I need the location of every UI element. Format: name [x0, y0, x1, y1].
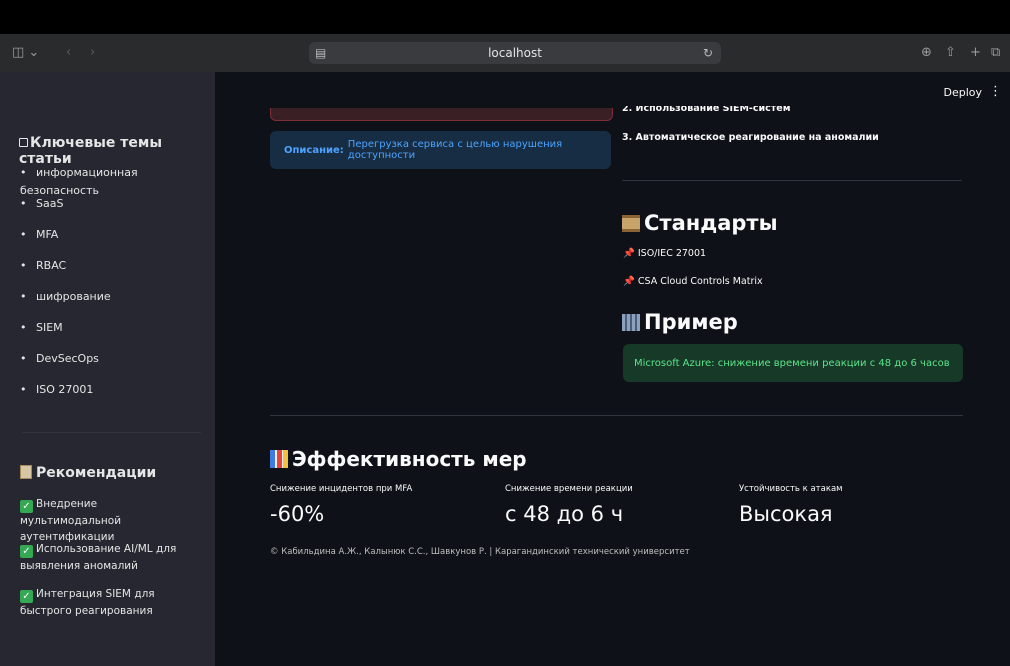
sidebar-toggle-icon[interactable]: ◫ ⌄	[12, 45, 39, 60]
list-item: MFA	[20, 226, 215, 257]
system-top-bar	[0, 0, 1010, 34]
downloads-icon[interactable]: ⊕	[921, 45, 932, 60]
example-text: Microsoft Azure: снижение времени реакци…	[634, 357, 950, 369]
standard-item: 📌 CSA Cloud Controls Matrix	[623, 276, 763, 287]
metric-label: Снижение инцидентов при MFA	[270, 484, 413, 494]
reload-icon[interactable]: ↻	[703, 42, 713, 64]
standards-heading: Стандарты	[622, 211, 778, 235]
description-label: Описание:	[284, 144, 344, 156]
recommendation-item: ✓ Внедрение мультимодальной аутентификаци…	[20, 498, 122, 543]
share-icon[interactable]: ⇧	[945, 45, 956, 60]
pushpin-icon: 📌	[623, 248, 635, 259]
metric-label: Снижение времени реакции	[505, 484, 633, 494]
browser-toolbar: ◫ ⌄ ‹ › ▤ localhost ↻ ⊕ ⇧ + ⧉	[0, 34, 1010, 73]
example-success-box: Microsoft Azure: снижение времени реакци…	[623, 344, 963, 382]
effectiveness-heading: Эффективность мер	[270, 447, 527, 471]
list-item: DevSecOps	[20, 350, 215, 381]
forward-icon[interactable]: ›	[90, 45, 95, 60]
topics-list: информационная безопасность SaaS MFA RBA…	[20, 164, 215, 412]
description-info-box: Описание: Перегрузка сервиса с целью нар…	[270, 131, 611, 169]
check-icon: ✓	[20, 500, 33, 513]
step-2-text: 2. Использование SIEM-систем	[622, 106, 791, 114]
description-text: Перегрузка сервиса с целью нарушения дос…	[347, 139, 563, 161]
list-item: информационная безопасность	[20, 164, 215, 197]
deploy-button[interactable]: Deploy	[943, 86, 982, 99]
clipboard-icon	[20, 465, 32, 479]
standard-item: 📌 ISO/IEC 27001	[623, 248, 707, 259]
step-3-text: 3. Автоматическое реагирование на аномал…	[622, 132, 879, 143]
lock-icon	[19, 138, 28, 147]
topics-heading: Ключевые темы статьи	[19, 135, 163, 167]
list-item: RBAC	[20, 257, 215, 288]
recommendations-heading: Рекомендации	[20, 465, 156, 481]
metric-value: -60%	[270, 502, 325, 526]
section-divider	[622, 180, 962, 181]
list-item: SIEM	[20, 319, 215, 350]
section-divider	[270, 415, 963, 416]
recommendation-item: ✓ Использование AI/ML для выявления анома…	[20, 543, 177, 572]
check-icon: ✓	[20, 545, 33, 558]
new-tab-icon[interactable]: +	[970, 45, 981, 60]
metric-label: Устойчивость к атакам	[739, 484, 843, 494]
metric-value: с 48 до 6 ч	[505, 502, 624, 526]
sidebar-divider	[22, 432, 201, 433]
list-item: ISO 27001	[20, 381, 215, 412]
sidebar: Ключевые темы статьи информационная безо…	[0, 72, 215, 666]
main-menu-icon[interactable]: ⋮	[989, 84, 1002, 99]
pushpin-icon: 📌	[623, 276, 635, 287]
page-settings-icon[interactable]: ▤	[315, 42, 326, 64]
error-alert	[270, 108, 613, 121]
example-heading: Пример	[622, 310, 738, 334]
footer-text: © Кабильдина А.Ж., Калынюк С.С., Шавкуно…	[270, 547, 690, 557]
main-content: Deploy ⋮ Описание: Перегрузка сервиса с …	[215, 72, 1010, 666]
back-icon[interactable]: ‹	[66, 45, 71, 60]
bar-chart-icon	[270, 450, 288, 468]
recommendation-item: ✓ Интеграция SIEM для быстрого реагирован…	[20, 588, 155, 617]
office-building-icon	[622, 314, 640, 331]
tab-overview-icon[interactable]: ⧉	[991, 45, 1000, 60]
metric-value: Высокая	[739, 502, 833, 526]
url-bar[interactable]: ▤ localhost ↻	[309, 42, 721, 64]
url-text: localhost	[488, 46, 542, 60]
list-item: SaaS	[20, 195, 215, 226]
list-item: шифрование	[20, 288, 215, 319]
scroll-icon	[622, 215, 640, 232]
check-icon: ✓	[20, 590, 33, 603]
